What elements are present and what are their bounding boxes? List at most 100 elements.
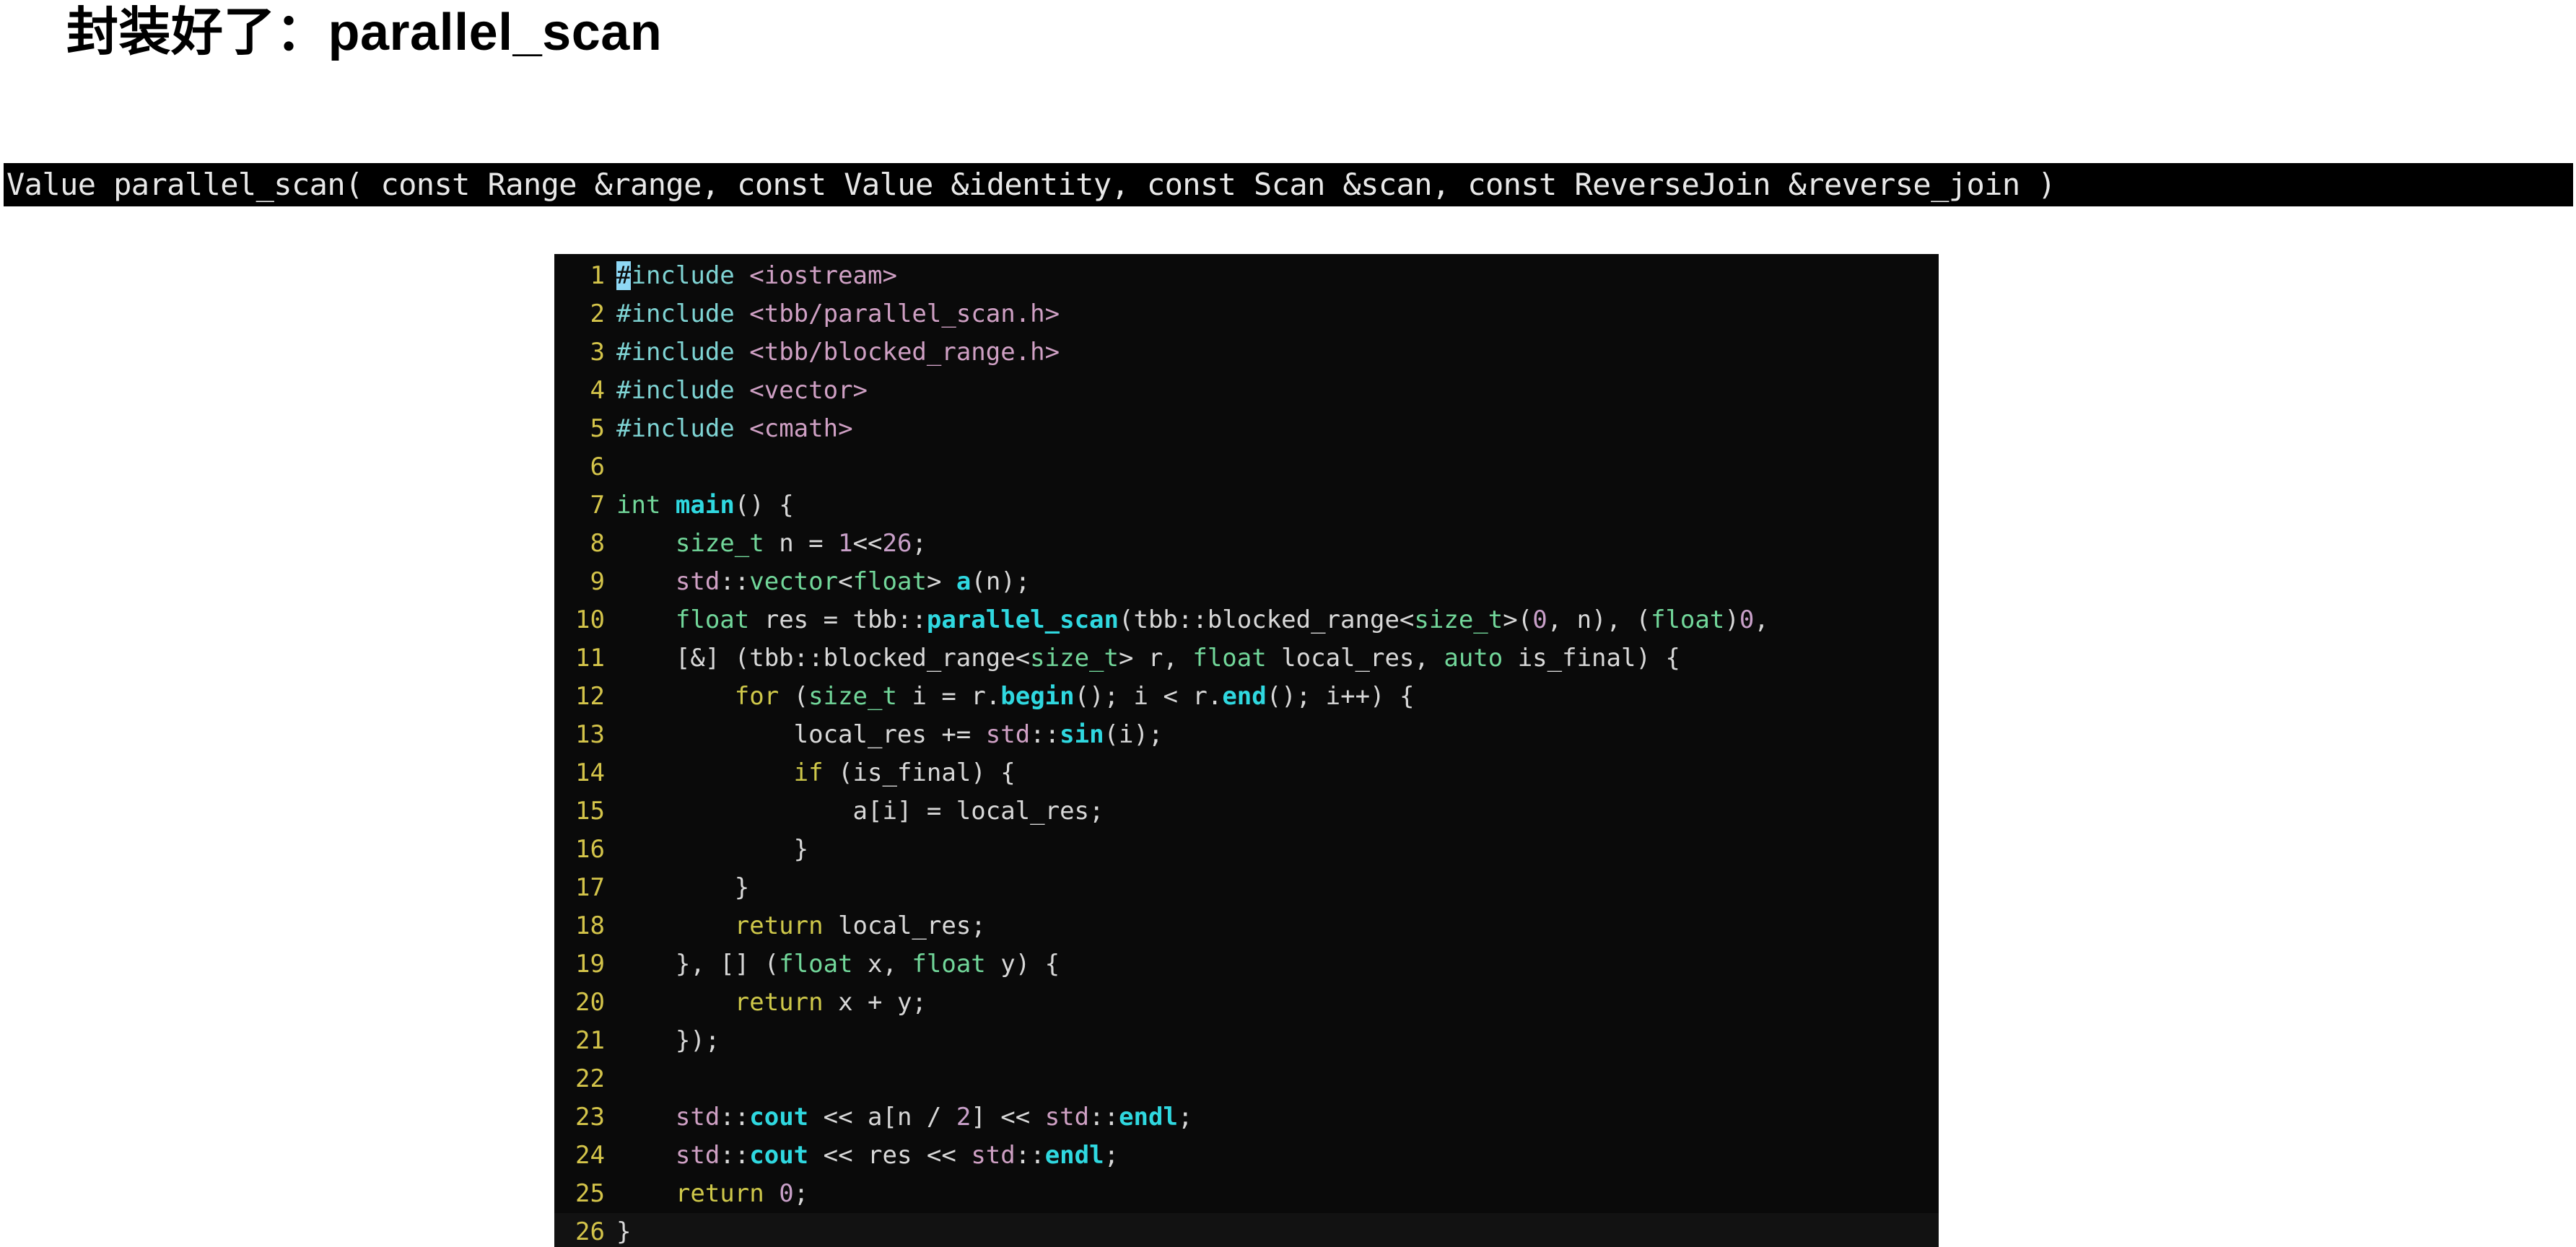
code-line-text: }, [] (float x, float y) { xyxy=(616,950,1060,979)
line-number: 7 xyxy=(590,491,605,520)
code-line[interactable]: 25 return 0; xyxy=(554,1175,1939,1213)
code-line-text: std::cout << res << std::endl; xyxy=(616,1141,1119,1170)
text-cursor: # xyxy=(616,261,632,290)
code-token: , xyxy=(1754,605,1769,634)
code-token: return xyxy=(675,1179,764,1208)
line-number: 22 xyxy=(575,1064,605,1093)
code-token: << a[n / xyxy=(808,1103,956,1132)
code-token: [&] (tbb::blocked_range< xyxy=(616,644,1031,673)
code-line[interactable]: 3 #include <tbb/blocked_range.h> xyxy=(554,333,1939,372)
code-token: return xyxy=(734,988,824,1017)
code-line-text: } xyxy=(616,835,808,864)
code-token: :: xyxy=(720,567,750,596)
code-token: }); xyxy=(616,1026,720,1055)
code-line[interactable]: 12 for (size_t i = r.begin(); i < r.end(… xyxy=(554,678,1939,716)
line-number: 24 xyxy=(575,1141,605,1170)
code-line[interactable]: 23 std::cout << a[n / 2] << std::endl; xyxy=(554,1098,1939,1137)
code-token: 0 xyxy=(779,1179,794,1208)
code-line[interactable]: 19 }, [] (float x, float y) { xyxy=(554,945,1939,984)
line-number: 26 xyxy=(575,1217,605,1246)
code-token: size_t xyxy=(808,682,897,711)
code-line[interactable]: 16 } xyxy=(554,831,1939,869)
line-number: 9 xyxy=(590,567,605,596)
code-line[interactable]: 5 #include <cmath> xyxy=(554,410,1939,448)
code-line[interactable]: 20 return x + y; xyxy=(554,984,1939,1022)
code-token: ; xyxy=(912,529,927,558)
code-line[interactable]: 15 a[i] = local_res; xyxy=(554,792,1939,831)
line-number: 11 xyxy=(575,644,605,673)
code-token: vector xyxy=(749,567,839,596)
code-token: std xyxy=(675,1141,720,1170)
code-line[interactable]: 9 std::vector<float> a(n); xyxy=(554,563,1939,601)
code-line[interactable]: 22 xyxy=(554,1060,1939,1098)
code-token: cout xyxy=(749,1103,809,1132)
code-token: ; xyxy=(1177,1103,1193,1132)
code-token: if xyxy=(793,758,824,787)
code-token: float xyxy=(912,950,986,979)
code-token: sin xyxy=(1060,720,1104,749)
code-line[interactable]: 7 int main() { xyxy=(554,486,1939,525)
code-line[interactable]: 21 }); xyxy=(554,1022,1939,1060)
line-number: 12 xyxy=(575,682,605,711)
code-line[interactable]: 26} xyxy=(554,1213,1939,1247)
code-token: :: xyxy=(1015,1141,1045,1170)
code-token: <tbb/parallel_scan.h> xyxy=(749,299,1060,328)
line-number: 23 xyxy=(575,1103,605,1132)
code-line[interactable]: 13 local_res += std::sin(i); xyxy=(554,716,1939,754)
code-line[interactable]: 4 #include <vector> xyxy=(554,372,1939,410)
code-line[interactable]: 24 std::cout << res << std::endl; xyxy=(554,1137,1939,1175)
code-token: main xyxy=(675,491,735,520)
line-number: 25 xyxy=(575,1179,605,1208)
code-token: (n); xyxy=(971,567,1031,596)
code-token: , n), ( xyxy=(1547,605,1651,634)
code-token: () { xyxy=(734,491,794,520)
code-line[interactable]: 10 float res = tbb::parallel_scan(tbb::b… xyxy=(554,601,1939,639)
line-number: 18 xyxy=(575,911,605,940)
line-number: 20 xyxy=(575,988,605,1017)
code-token: :: xyxy=(1030,720,1060,749)
line-number: 13 xyxy=(575,720,605,749)
code-token: (tbb::blocked_range< xyxy=(1119,605,1415,634)
page-title: 封装好了：parallel_scan xyxy=(66,4,663,61)
code-token: 26 xyxy=(882,529,912,558)
code-token: (i); xyxy=(1104,720,1163,749)
code-token: x, xyxy=(852,950,912,979)
code-token: } xyxy=(616,1217,632,1246)
code-editor[interactable]: 1 #include <iostream> 2 #include <tbb/paral… xyxy=(554,254,1939,1247)
code-line[interactable]: 14 if (is_final) { xyxy=(554,754,1939,792)
code-line-text: return x + y; xyxy=(616,988,927,1017)
code-token: return xyxy=(734,911,824,940)
code-line-text: #include <cmath> xyxy=(616,414,853,443)
code-line[interactable]: 1 #include <iostream> xyxy=(554,257,1939,295)
code-line[interactable]: 8 size_t n = 1<<26; xyxy=(554,525,1939,563)
code-line-text: a[i] = local_res; xyxy=(616,797,1104,826)
code-token: :: xyxy=(720,1141,750,1170)
line-number: 6 xyxy=(590,452,605,481)
code-line-text: return 0; xyxy=(616,1179,808,1208)
code-token: #include xyxy=(616,414,735,443)
code-line[interactable]: 6 xyxy=(554,448,1939,486)
code-line[interactable]: 17 } xyxy=(554,869,1939,907)
code-line-text: size_t n = 1<<26; xyxy=(616,529,927,558)
code-token: a[i] = local_res; xyxy=(616,797,1104,826)
code-token: ; xyxy=(793,1179,809,1208)
code-token: float xyxy=(1192,644,1267,673)
code-line[interactable]: 2 #include <tbb/parallel_scan.h> xyxy=(554,295,1939,333)
code-line[interactable]: 11 [&] (tbb::blocked_range<size_t> r, fl… xyxy=(554,639,1939,678)
line-number: 1 xyxy=(590,261,605,290)
code-token: include xyxy=(631,261,735,290)
code-token: #include xyxy=(616,299,735,328)
code-line-text: } xyxy=(616,1217,631,1246)
code-token: n = xyxy=(764,529,839,558)
code-token: end xyxy=(1222,682,1267,711)
code-line-text: float res = tbb::parallel_scan(tbb::bloc… xyxy=(616,605,1769,634)
code-token: cout xyxy=(749,1141,809,1170)
code-token: ( xyxy=(779,682,809,711)
function-signature-bar: Value parallel_scan( const Range &range,… xyxy=(4,163,2573,206)
code-line[interactable]: 18 return local_res; xyxy=(554,907,1939,945)
